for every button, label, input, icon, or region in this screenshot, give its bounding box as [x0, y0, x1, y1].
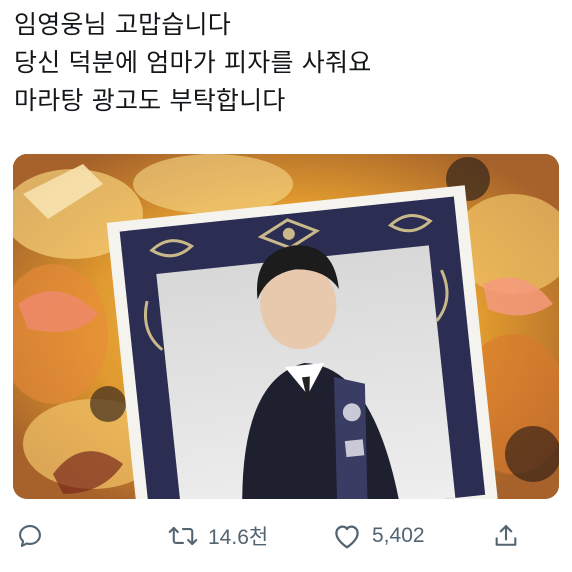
- share-icon: [495, 525, 517, 546]
- reply-icon: [19, 525, 41, 547]
- tweet-text: 임영웅님 고맙습니다 당신 덕분에 엄마가 피자를 사줘요 마라탕 광고도 부탁…: [14, 6, 562, 120]
- like-button[interactable]: 5,402: [332, 514, 425, 558]
- retweet-button[interactable]: 14.6천: [168, 514, 268, 558]
- reply-button[interactable]: [16, 514, 44, 558]
- heart-icon: [335, 525, 359, 549]
- like-count: 5,402: [372, 524, 425, 547]
- retweet-icon: [168, 526, 198, 546]
- pizza-photo-illustration: [13, 154, 559, 499]
- tweet-line: 임영웅님 고맙습니다: [14, 10, 231, 39]
- tweet-line: 마라탕 광고도 부탁합니다: [14, 86, 286, 115]
- share-button[interactable]: [492, 514, 520, 558]
- tweet-actions: 14.6천 5,402: [0, 514, 572, 558]
- tweet-line: 당신 덕분에 엄마가 피자를 사줘요: [14, 48, 372, 77]
- tweet-photo[interactable]: [13, 154, 559, 499]
- retweet-count: 14.6천: [208, 526, 269, 549]
